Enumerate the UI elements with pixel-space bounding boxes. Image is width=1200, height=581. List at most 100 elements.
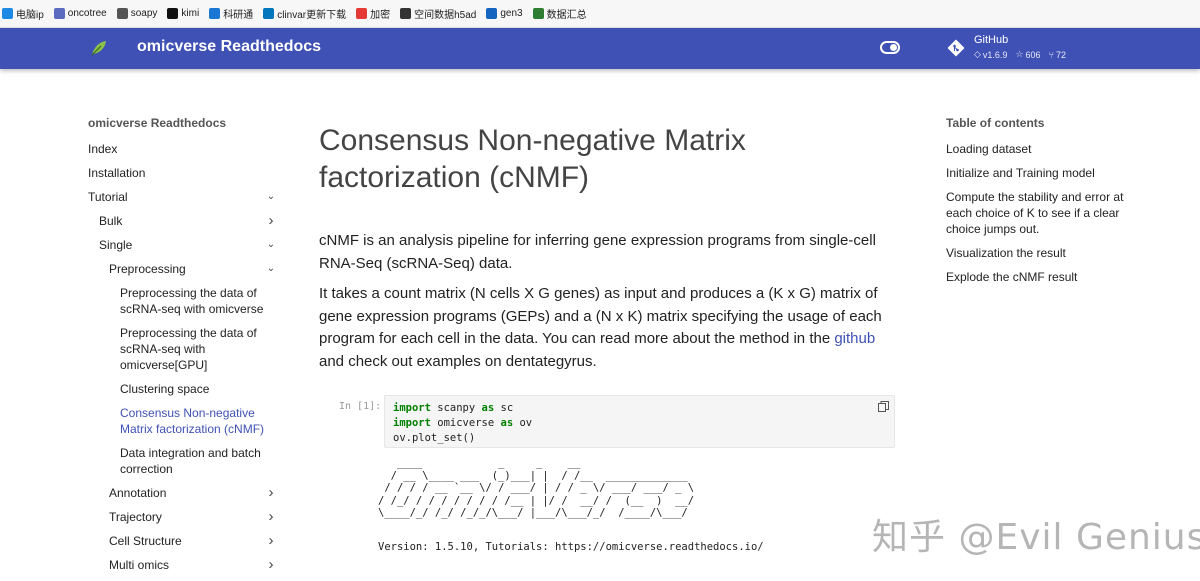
description-text-end: and check out examples on dentategyrus.	[319, 352, 597, 370]
nav-item[interactable]: Data integration and batch correction	[88, 441, 278, 481]
bookmark-item[interactable]: gen3	[486, 8, 523, 19]
nav-item[interactable]: Index	[88, 137, 278, 161]
nav-item[interactable]: Consensus Non-negative Matrix factorizat…	[88, 401, 278, 441]
toc-item[interactable]: Visualization the result	[946, 241, 1136, 265]
toc-item[interactable]: Initialize and Training model	[946, 161, 1136, 185]
chevron-down-icon[interactable]: ⌄	[264, 261, 278, 277]
chevron-right-icon[interactable]: ›	[264, 509, 278, 525]
gen3-icon	[486, 8, 498, 19]
tag-icon: ◇	[974, 49, 981, 59]
nav-item[interactable]: Annotation ›	[88, 481, 278, 505]
bookmark-label: 加密	[370, 10, 391, 21]
chevron-down-icon[interactable]: ⌄	[264, 189, 278, 205]
toc-title: Table of contents	[946, 116, 1045, 130]
nav-item[interactable]: Clustering space	[88, 377, 278, 401]
bookmark-label: kimi	[181, 8, 200, 19]
bookmark-item[interactable]: oncotree	[53, 8, 107, 19]
description-paragraph: It takes a count matrix (N cells X G gen…	[319, 283, 889, 373]
bookmark-label: 空间数据h5ad	[414, 10, 477, 21]
nav-item[interactable]: Single ⌄	[88, 233, 278, 257]
bookmarks-bar: 电脑ip oncotree soapy kimi 科研通 clinvar更新下载 加密 空间数…	[0, 0, 1200, 28]
nav-item-label: Preprocessing the data of scRNA-seq with…	[120, 326, 257, 372]
site-title[interactable]: omicverse Readthedocs	[137, 38, 321, 56]
nav-item[interactable]: Cell Structure ›	[88, 529, 278, 553]
chevron-right-icon[interactable]: ›	[264, 213, 278, 229]
code-line: import omicverse as ov	[393, 416, 886, 431]
ip-icon	[2, 8, 13, 19]
nav-item[interactable]: Preprocessing the data of scRNA-seq with…	[88, 281, 278, 321]
lock-icon	[356, 8, 368, 19]
nav-item-label: Installation	[88, 166, 146, 180]
chevron-right-icon[interactable]: ›	[264, 485, 278, 501]
bookmark-item[interactable]: clinvar更新下载	[263, 6, 346, 21]
code-name: ov	[519, 417, 533, 429]
sheet-icon	[532, 8, 544, 19]
bookmark-item[interactable]: kimi	[167, 8, 199, 19]
code-block[interactable]: import scanpy as sc import omicverse as o…	[384, 395, 895, 448]
clinvar-icon	[263, 8, 275, 19]
nav-item-label: Cell Structure	[109, 534, 182, 548]
github-link[interactable]: GitHub	[974, 34, 1008, 46]
chevron-right-icon[interactable]: ›	[264, 557, 278, 573]
bookmark-label: gen3	[500, 8, 523, 19]
bookmark-label: 数据汇总	[546, 10, 587, 21]
nav-item-label: Single	[99, 238, 133, 252]
bookmark-item[interactable]: 数据汇总	[532, 6, 587, 21]
bookmark-label: 电脑ip	[16, 10, 44, 21]
nav-item[interactable]: Multi omics ›	[88, 553, 278, 577]
nav-item[interactable]: Preprocessing ⌄	[88, 257, 278, 281]
bookmark-item[interactable]: 科研通	[209, 6, 253, 21]
theme-toggle-icon[interactable]	[880, 41, 900, 54]
nav-item[interactable]: Tutorial ⌄	[88, 185, 278, 209]
toc-item[interactable]: Compute the stability and error at each …	[946, 185, 1136, 241]
table-of-contents: Table of contents Loading dataset Initial…	[946, 116, 1136, 289]
nav-item-label: Index	[88, 142, 118, 156]
nav-item[interactable]: Bulk ›	[88, 209, 278, 233]
github-inline-link[interactable]: github	[834, 330, 875, 347]
nav-item-label: Preprocessing	[109, 262, 186, 276]
forks-value: 72	[1055, 49, 1066, 60]
description-text: It takes a count matrix (N cells X G gen…	[319, 285, 882, 347]
main-content: Consensus Non-negative Matrix factorizat…	[319, 122, 889, 381]
code-name: scanpy	[437, 402, 476, 414]
chevron-down-icon[interactable]: ⌄	[264, 237, 278, 253]
code-line: import scanpy as sc	[393, 401, 886, 416]
nav-title: omicverse Readthedocs	[88, 116, 227, 130]
kimi-icon	[167, 8, 179, 19]
stars-count: ☆ 606	[1015, 49, 1040, 60]
nav-item-label: Annotation	[109, 486, 167, 500]
nav-item[interactable]: Installation	[88, 161, 278, 185]
code-keyword: as	[481, 402, 495, 414]
toc-item[interactable]: Loading dataset	[946, 137, 1136, 161]
nav-item-label: Preprocessing the data of scRNA-seq with…	[120, 286, 264, 316]
code-name: sc	[500, 402, 514, 414]
version-tag: ◇ v1.6.9	[974, 49, 1007, 60]
bookmark-item[interactable]: 空间数据h5ad	[400, 6, 476, 21]
nav-item[interactable]: Trajectory ›	[88, 505, 278, 529]
soapy-icon	[116, 8, 128, 19]
chevron-right-icon[interactable]: ›	[264, 533, 278, 549]
bookmark-item[interactable]: 加密	[356, 6, 390, 21]
nav-item-label: Bulk	[99, 214, 123, 228]
toc-item[interactable]: Explode the cNMF result	[946, 265, 1136, 289]
oncotree-icon	[53, 8, 65, 19]
leaf-logo-icon[interactable]	[90, 39, 108, 57]
git-diamond-icon[interactable]	[947, 39, 965, 57]
site-header: omicverse Readthedocs GitHub ◇ v1.6.9 ☆ 60…	[0, 28, 1200, 69]
nav-item-label: Tutorial	[88, 190, 128, 204]
nav-item[interactable]: Bulk2Single›	[88, 577, 278, 581]
github-facts[interactable]: ◇ v1.6.9 ☆ 606 ⑂ 72	[974, 49, 1066, 60]
code-name: omicverse	[437, 417, 495, 429]
nav-item-label: Data integration and batch correction	[120, 446, 261, 476]
keyantong-icon	[209, 8, 221, 19]
square-icon	[400, 8, 412, 19]
bookmark-item[interactable]: 电脑ip	[2, 6, 44, 21]
sidebar-nav: omicverse Readthedocs Index Installation T…	[88, 116, 278, 581]
cell-prompt: In [1]:	[339, 401, 382, 412]
bookmark-label: 科研通	[223, 10, 254, 21]
stars-value: 606	[1025, 49, 1041, 60]
copy-icon[interactable]	[878, 401, 889, 412]
bookmark-item[interactable]: soapy	[116, 8, 157, 19]
nav-item[interactable]: Preprocessing the data of scRNA-seq with…	[88, 321, 278, 377]
watermark: 知乎 @Evil Genius	[872, 517, 1200, 558]
